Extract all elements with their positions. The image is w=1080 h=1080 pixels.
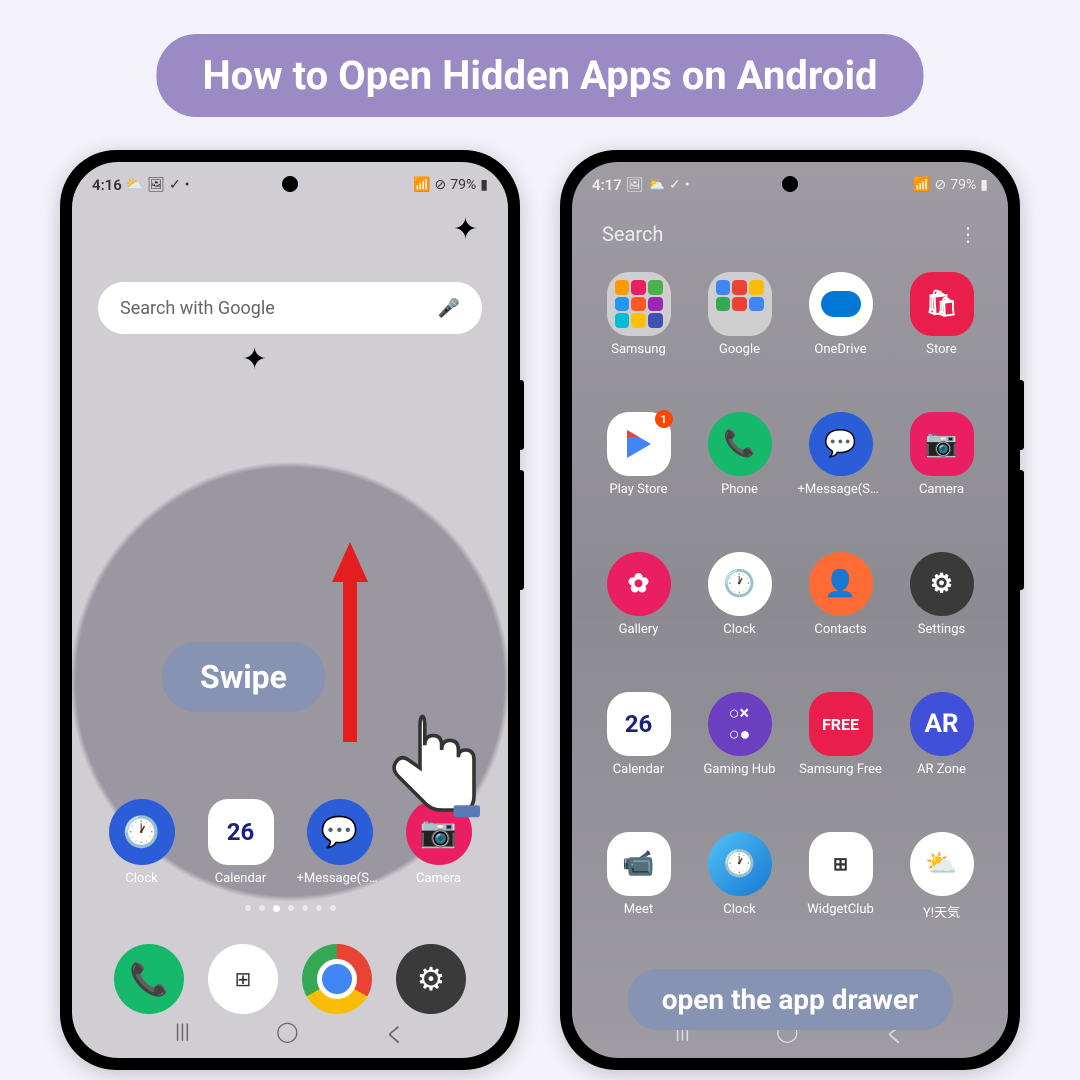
app-gallery[interactable]: ✿Gallery (588, 552, 689, 692)
app-clock[interactable]: 🕐Clock (99, 799, 185, 886)
folder-google[interactable]: Google (689, 272, 790, 412)
microphone-icon[interactable]: 🎤 (438, 298, 460, 319)
app-ar-zone[interactable]: ARAR Zone (891, 692, 992, 832)
dock: 📞 ⊞ ⚙ (72, 944, 508, 1014)
open-drawer-badge: open the app drawer (628, 969, 953, 1030)
app-calendar[interactable]: 26Calendar (198, 799, 284, 886)
pointing-hand-icon (372, 702, 492, 822)
sparkle-icon: ✦ (453, 212, 478, 247)
app-store[interactable]: 🛍Store (891, 272, 992, 412)
app-samsung-free[interactable]: FREESamsung Free (790, 692, 891, 832)
phone-home-screen: 4:16⛅🖼✓• 📶⊘79%▮ ✦ Search with Google 🎤 ✦… (60, 150, 520, 1070)
dock-settings[interactable]: ⚙ (396, 944, 466, 1014)
app-camera[interactable]: 📷Camera (891, 412, 992, 552)
dock-chrome[interactable] (302, 944, 372, 1014)
swipe-up-arrow (332, 542, 368, 742)
dock-phone[interactable]: 📞 (114, 944, 184, 1014)
app-calendar[interactable]: 26Calendar (588, 692, 689, 832)
app-contacts[interactable]: 👤Contacts (790, 552, 891, 692)
app-meet[interactable]: 📹Meet (588, 832, 689, 972)
app-clock-2[interactable]: 🕐Clock (689, 832, 790, 972)
app-message[interactable]: 💬+Message(SM... (790, 412, 891, 552)
title-banner: How to Open Hidden Apps on Android (156, 34, 923, 117)
app-grid: Samsung Google OneDrive 🛍Store 1Play Sto… (572, 272, 1008, 998)
nav-bar[interactable]: ||| ◯ く (72, 1019, 508, 1048)
app-settings[interactable]: ⚙Settings (891, 552, 992, 692)
swipe-instruction-badge: Swipe (162, 642, 325, 712)
app-drawer-search[interactable]: Search ⋮ (592, 212, 988, 256)
nav-recent-icon[interactable]: ||| (175, 1019, 190, 1048)
app-play-store[interactable]: 1Play Store (588, 412, 689, 552)
sparkle-icon: ✦ (242, 342, 267, 377)
app-weather[interactable]: ⛅Y!天気 (891, 832, 992, 972)
app-message[interactable]: 💬+Message(SM... (297, 799, 383, 886)
app-widgetclub[interactable]: ⊞WidgetClub (790, 832, 891, 972)
nav-back-icon[interactable]: く (385, 1019, 405, 1048)
camera-hole (282, 176, 298, 192)
page-indicator (72, 905, 508, 912)
folder-samsung[interactable]: Samsung (588, 272, 689, 412)
app-phone[interactable]: 📞Phone (689, 412, 790, 552)
app-gaming-hub[interactable]: ○×○●Gaming Hub (689, 692, 790, 832)
dock-widget[interactable]: ⊞ (208, 944, 278, 1014)
search-placeholder: Search with Google (120, 298, 275, 319)
nav-home-icon[interactable]: ◯ (276, 1019, 298, 1048)
more-icon[interactable]: ⋮ (958, 222, 978, 246)
app-clock[interactable]: 🕐Clock (689, 552, 790, 692)
phone-app-drawer: 4:17🖼⛅✓• 📶⊘79%▮ Search ⋮ Samsung Google … (560, 150, 1020, 1070)
google-search-bar[interactable]: Search with Google 🎤 (98, 282, 482, 334)
app-onedrive[interactable]: OneDrive (790, 272, 891, 412)
camera-hole (782, 176, 798, 192)
